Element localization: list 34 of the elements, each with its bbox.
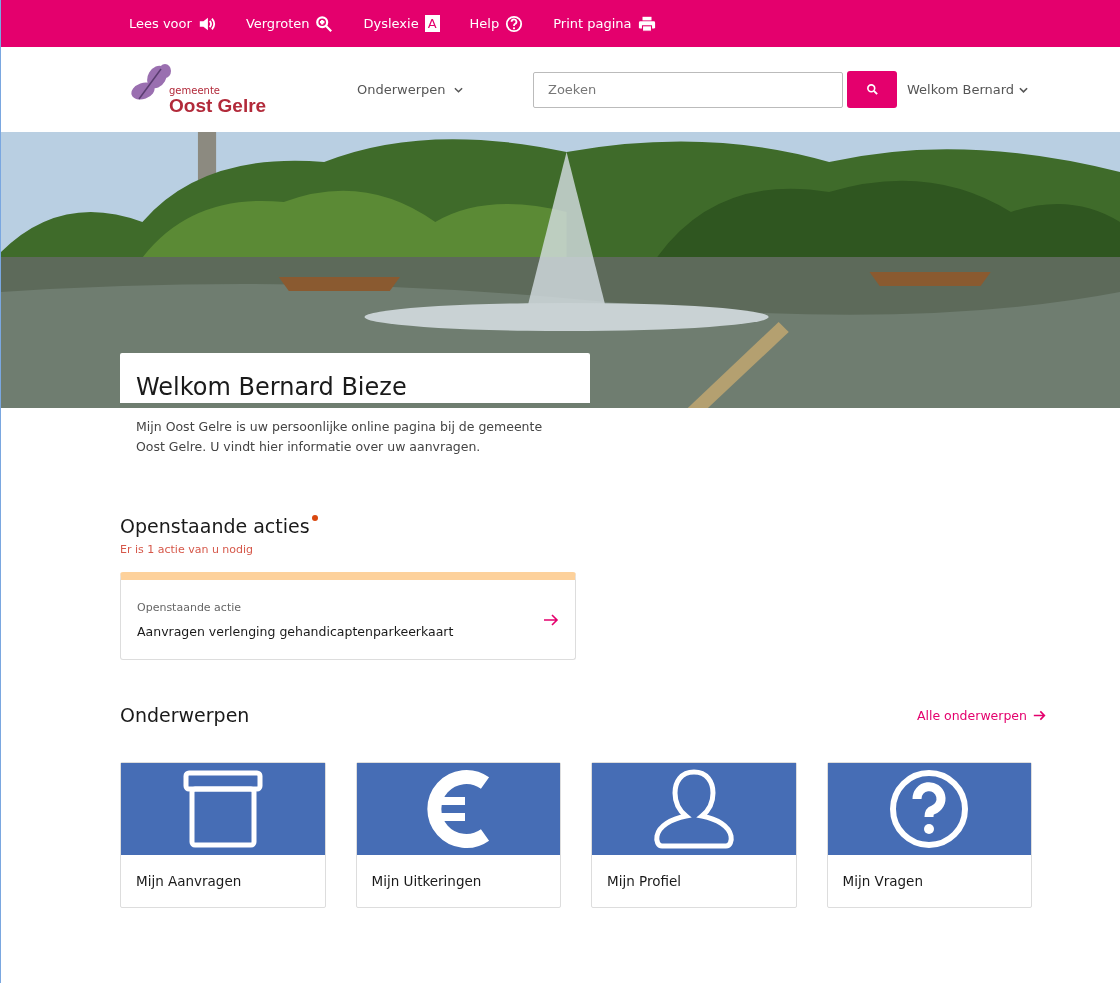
all-topics-link[interactable]: Alle onderwerpen	[916, 707, 1046, 723]
topic-tile[interactable]: Mijn Uitkeringen	[355, 762, 561, 908]
topics-menu[interactable]: Onderwerpen	[357, 82, 533, 97]
user-menu[interactable]: Welkom Bernard	[907, 82, 1029, 97]
action-card[interactable]: Openstaande actie Aanvragen verlenging gehandicaptenparkeerkaart	[120, 572, 576, 660]
welcome-title: Welkom Bernard Bieze	[136, 373, 408, 401]
topic-tile[interactable]: Mijn Profiel	[591, 762, 797, 908]
logo-title: Oost Gelre	[169, 95, 267, 117]
arrow-right-icon	[1033, 709, 1046, 721]
topic-tile[interactable]: Mijn Aanvragen	[120, 762, 326, 908]
dyslexia-icon: A	[424, 15, 440, 32]
toolbar-link[interactable]: Vergroten	[245, 14, 334, 33]
toolbar-link[interactable]: Print pagina	[553, 14, 656, 33]
zoom-in-icon	[315, 14, 334, 33]
chevron-down-icon	[453, 86, 463, 93]
intro-text: Mijn Oost Gelre is uw persoonlijke online pagina bij de gemeente Oost Gelre. U vindt hier informatie over uw aanvragen.	[136, 418, 544, 456]
arrow-right-icon	[543, 613, 559, 626]
logo[interactable]: gemeente Oost Gelre	[129, 62, 357, 117]
toolbar-link[interactable]: Lees voor	[129, 14, 216, 33]
chevron-down-icon	[1019, 86, 1029, 93]
search-icon	[865, 83, 879, 96]
logo-subtitle: gemeente	[169, 84, 221, 96]
section-title: Onderwerpen	[120, 704, 250, 726]
search-field[interactable]: Zoeken	[533, 71, 843, 108]
toolbar-link[interactable]: Dyslexie A	[363, 15, 440, 32]
toolbar-link[interactable]: Help	[469, 14, 524, 33]
section-title: Openstaande acties	[120, 515, 310, 537]
action-label: Openstaande actie	[137, 600, 243, 614]
action-count: Er is 1 actie van u nodig	[120, 543, 255, 556]
search-button[interactable]	[847, 71, 897, 108]
action-title: Aanvragen verlenging gehandicaptenparkeerkaart	[137, 623, 454, 639]
topic-tile[interactable]: Mijn Vragen	[826, 762, 1032, 908]
printer-icon	[637, 14, 656, 33]
help-icon	[505, 14, 524, 33]
